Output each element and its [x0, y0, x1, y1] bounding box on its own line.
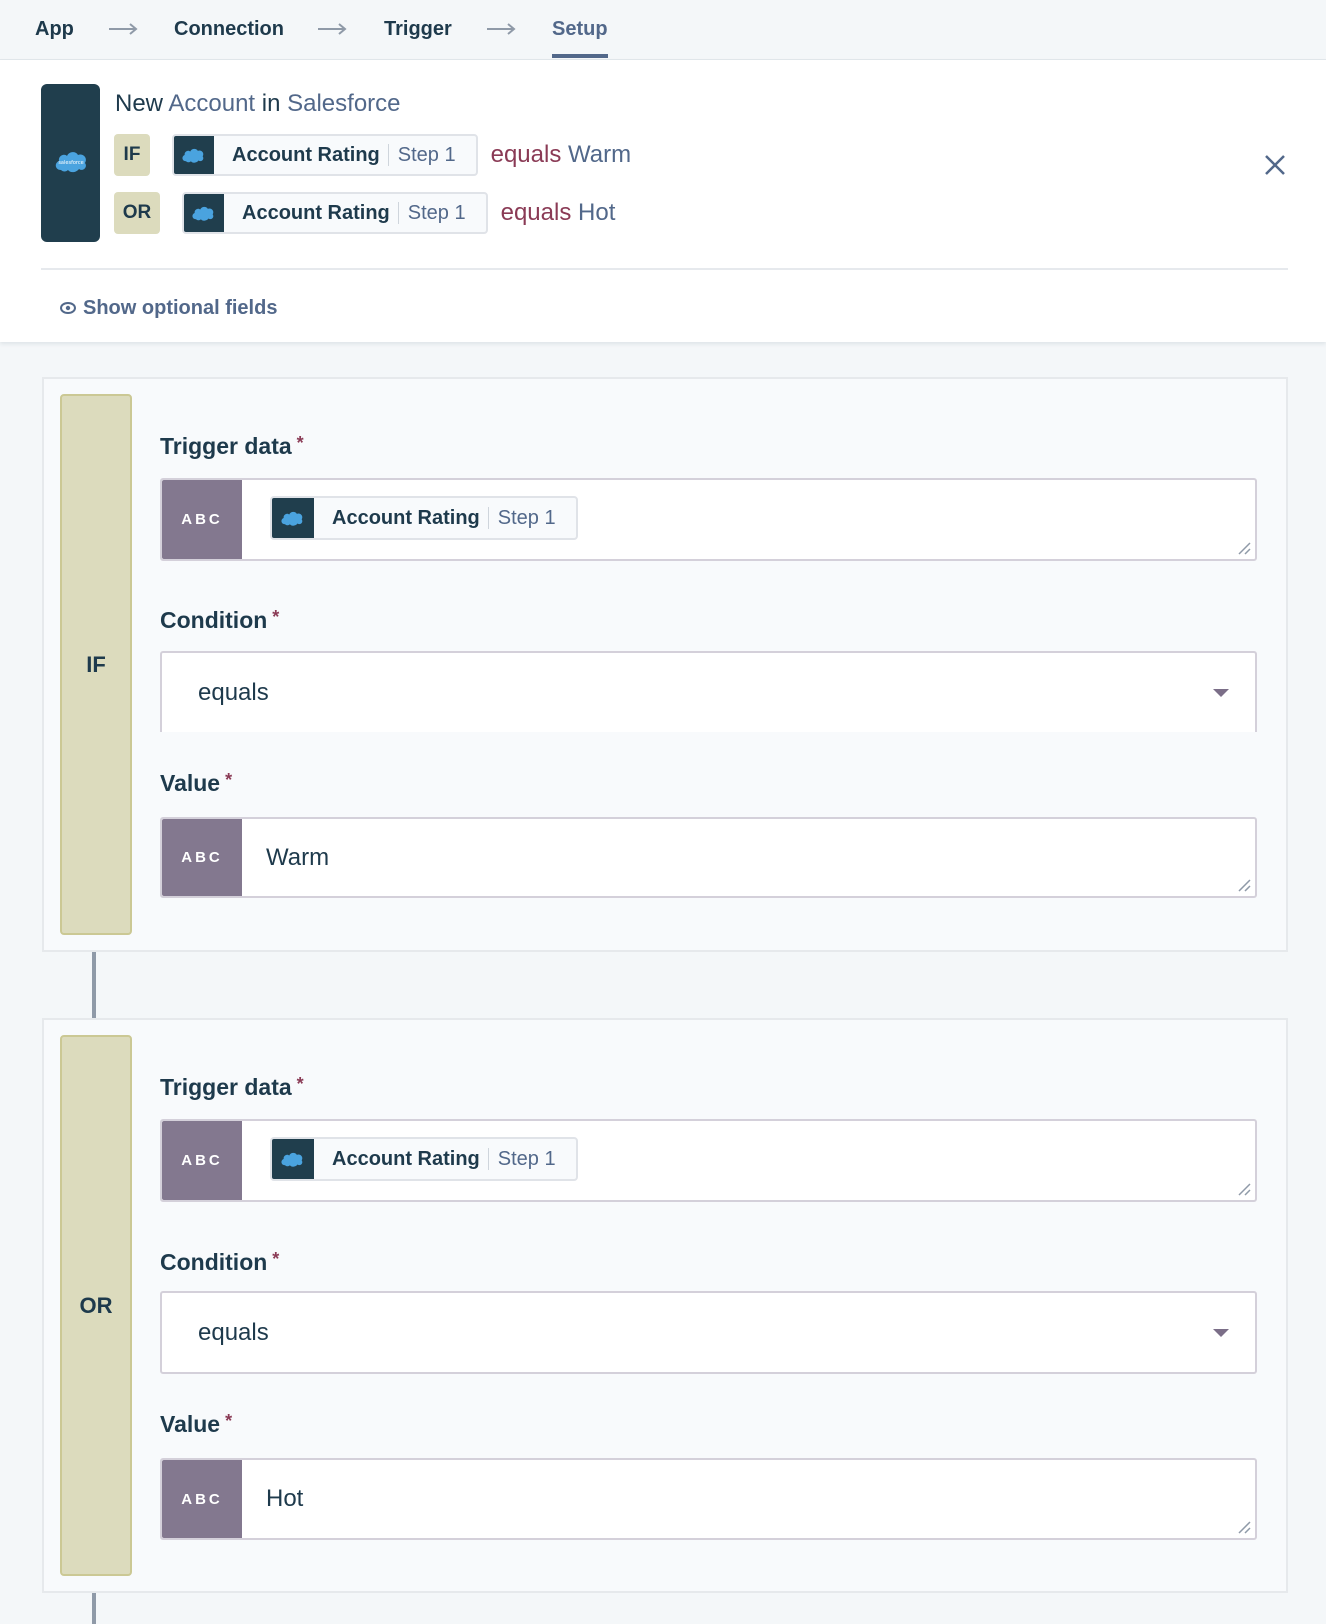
label-text: Trigger data	[160, 1074, 292, 1100]
title-in: in	[261, 90, 281, 117]
condition-block-or: OR Trigger data * ABC Account Rating Step…	[42, 1018, 1288, 1593]
field-pill: Account Rating Step 1	[172, 134, 478, 176]
svg-text:salesforce: salesforce	[58, 160, 83, 166]
required-marker: *	[272, 1249, 280, 1269]
label-text: Value	[160, 770, 221, 796]
block-connector-line	[92, 1593, 96, 1624]
salesforce-app-tile: salesforce	[41, 84, 100, 242]
pill-field-name: Account Rating	[242, 201, 390, 224]
filter-summary-card: salesforce New Account in Salesforce IF …	[0, 60, 1326, 342]
label-text: Condition	[160, 1249, 268, 1275]
keyword-badge-or: OR	[114, 192, 160, 234]
pill-step: Step 1	[407, 201, 466, 224]
trigger-data-field[interactable]: ABC Account Rating Step 1	[160, 1119, 1257, 1202]
salesforce-logo-icon	[183, 194, 224, 232]
step-navigation: App Connection Trigger Setup	[0, 0, 1326, 60]
condition-operator: equals	[490, 141, 562, 168]
required-marker: *	[296, 1074, 304, 1094]
trigger-data-field[interactable]: ABC Account Rating Step 1	[160, 478, 1257, 561]
step-app[interactable]: App	[35, 14, 74, 44]
resize-handle-icon[interactable]	[1237, 1520, 1251, 1534]
pill-step: Step 1	[497, 1147, 556, 1170]
pill-field-name: Account Rating	[232, 143, 380, 166]
label-text: Value	[160, 1411, 221, 1437]
trigger-field-pill[interactable]: Account Rating Step 1	[270, 496, 578, 540]
required-marker: *	[272, 607, 280, 627]
condition-operator: equals	[500, 199, 572, 226]
condition-text: equals Warm	[491, 141, 632, 169]
title-prefix: New	[115, 90, 164, 117]
condition-select[interactable]: equals	[160, 1291, 1257, 1374]
condition-block-if: IF Trigger data * ABC Account Rating Step…	[42, 377, 1288, 952]
block-connector-line	[92, 952, 96, 1018]
caret-down-icon	[1213, 1329, 1229, 1337]
show-optional-fields-button[interactable]: Show optional fields	[60, 294, 277, 322]
salesforce-logo-icon	[173, 136, 214, 174]
value-input-text: Hot	[266, 1485, 304, 1512]
pill-step: Step 1	[497, 506, 556, 529]
type-badge-text: ABC	[162, 1460, 242, 1538]
resize-handle-icon[interactable]	[1237, 541, 1251, 555]
pill-separator	[397, 202, 399, 224]
block-keyword-if: IF	[60, 394, 132, 935]
caret-down-icon	[1213, 689, 1229, 697]
arrow-right-icon	[316, 14, 348, 44]
summary-condition-or: OR Account Rating Step 1 equals Hot	[114, 192, 615, 234]
value-input[interactable]: ABC Warm	[160, 817, 1257, 898]
summary-condition-if: IF Account Rating Step 1 equals Warm	[114, 134, 631, 176]
condition-select[interactable]: equals	[160, 651, 1257, 732]
required-marker: *	[296, 433, 304, 453]
condition-label: Condition *	[160, 607, 279, 634]
keyword-badge-if: IF	[114, 134, 150, 176]
label-text: Trigger data	[160, 433, 292, 459]
pill-separator	[387, 144, 389, 166]
required-marker: *	[225, 770, 233, 790]
pill-field-name: Account Rating	[332, 1147, 480, 1170]
condition-text: equals Hot	[501, 199, 616, 227]
type-badge-text: ABC	[162, 480, 242, 559]
title-app: Salesforce	[287, 90, 401, 117]
type-badge-text: ABC	[162, 1121, 242, 1200]
resize-handle-icon[interactable]	[1237, 878, 1251, 892]
trigger-data-label: Trigger data *	[160, 1074, 304, 1101]
trigger-field-pill[interactable]: Account Rating Step 1	[270, 1137, 578, 1181]
show-optional-fields-label: Show optional fields	[83, 296, 278, 319]
value-label: Value *	[160, 1411, 232, 1438]
step-setup[interactable]: Setup	[552, 14, 608, 58]
salesforce-logo-icon: salesforce	[53, 148, 89, 179]
step-connection[interactable]: Connection	[174, 14, 284, 44]
title-object: Account	[168, 90, 256, 117]
value-input[interactable]: ABC Hot	[160, 1458, 1257, 1540]
resize-handle-icon[interactable]	[1237, 1182, 1251, 1196]
salesforce-logo-icon	[271, 1139, 314, 1179]
trigger-title: New Account in Salesforce	[115, 90, 401, 118]
step-trigger[interactable]: Trigger	[384, 14, 452, 44]
condition-select-value: equals	[198, 678, 269, 706]
type-badge-text: ABC	[162, 819, 242, 896]
condition-value: Hot	[578, 199, 616, 226]
salesforce-logo-icon	[271, 498, 314, 538]
block-keyword-or: OR	[60, 1035, 132, 1576]
value-input-text: Warm	[266, 843, 330, 871]
required-marker: *	[225, 1411, 233, 1431]
arrow-right-icon	[485, 14, 517, 44]
condition-select-value: equals	[198, 1318, 269, 1346]
close-icon	[1265, 155, 1285, 175]
close-button[interactable]	[1262, 152, 1288, 178]
eye-icon	[60, 302, 76, 314]
arrow-right-icon	[107, 14, 139, 44]
pill-separator	[487, 507, 489, 529]
value-label: Value *	[160, 770, 232, 797]
pill-field-name: Account Rating	[332, 506, 480, 529]
condition-value: Warm	[568, 141, 632, 168]
trigger-data-label: Trigger data *	[160, 433, 304, 460]
field-pill: Account Rating Step 1	[182, 192, 488, 234]
pill-separator	[487, 1148, 489, 1170]
condition-label: Condition *	[160, 1249, 279, 1276]
header-divider	[41, 268, 1288, 270]
label-text: Condition	[160, 607, 268, 633]
pill-step: Step 1	[397, 143, 456, 166]
